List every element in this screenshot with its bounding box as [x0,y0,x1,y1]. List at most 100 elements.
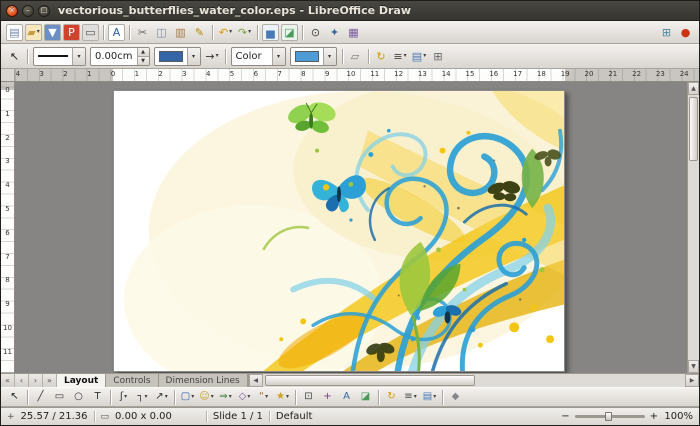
arrowheads-icon[interactable]: → ▾ [204,48,221,65]
dropdown-arrow-icon[interactable]: ▾ [124,394,127,400]
text-icon[interactable]: T [89,389,106,405]
layer-tab-layout[interactable]: Layout [57,374,106,387]
fill-color-dropdown-arrow[interactable]: ▾ [323,48,336,65]
alignment-icon[interactable]: ≡▾ [402,389,419,405]
connector-icon[interactable]: ┐▾ [134,389,151,405]
line-style-select[interactable]: ▾ [33,47,86,66]
line-icon[interactable]: ╱ [32,389,49,405]
dropdown-arrow-icon[interactable]: ▾ [37,29,40,35]
dropdown-arrow-icon[interactable]: ▾ [248,29,251,35]
horizontal-scrollbar[interactable]: ◀ ▶ [248,374,699,387]
rotate-icon[interactable]: ↻ [383,389,400,405]
dropdown-arrow-icon[interactable]: ▾ [191,394,194,400]
scroll-down-icon[interactable]: ▼ [688,360,699,373]
save-icon[interactable]: ▼ [44,24,61,41]
drawing-canvas[interactable] [15,82,687,373]
window-close-button[interactable]: × [6,5,18,17]
line-color-dropdown-arrow[interactable]: ▾ [187,48,200,65]
titlebar[interactable]: × – □ vectorious_butterflies_water_color… [1,1,699,21]
format-paintbrush-icon[interactable]: ✎ [191,24,208,41]
symbol-shapes-icon[interactable]: ☺▾ [198,389,215,405]
chart-icon[interactable]: ▅ [262,24,279,41]
line-width-spinner[interactable]: ▲ ▼ [137,48,149,65]
area-style-dropdown-arrow[interactable]: ▾ [272,48,285,65]
tab-nav-first-icon[interactable]: « [1,374,15,387]
stars-icon[interactable]: ★▾ [274,389,291,405]
gallery-icon[interactable]: ▦ [345,24,362,41]
cut-icon[interactable]: ✂ [134,24,151,41]
edit-points-icon[interactable]: ⊡ [300,389,317,405]
ellipse-icon[interactable]: ○ [70,389,87,405]
zoom-in-icon[interactable]: + [650,411,658,422]
edit-points-icon[interactable]: ↖ [6,48,23,65]
line-style-dropdown-arrow[interactable]: ▾ [72,48,85,65]
window-minimize-button[interactable]: – [22,5,34,17]
vertical-scroll-track[interactable] [688,95,699,360]
new-document-icon[interactable]: ▤ [6,24,23,41]
alignment-icon[interactable]: ≡▾ [392,48,409,65]
line-color-select[interactable]: ▾ [154,47,201,66]
spin-up-icon[interactable]: ▲ [138,48,149,56]
window-maximize-button[interactable]: □ [38,5,50,17]
dropdown-arrow-icon[interactable]: ▾ [414,394,417,400]
grid-icon[interactable]: ⊞ [658,24,675,41]
arrange-icon[interactable]: ▤▾ [421,389,438,405]
redo-icon[interactable]: ↷▾ [236,24,253,41]
slide-indicator[interactable]: Slide 1 / 1 [213,411,263,422]
dropdown-arrow-icon[interactable]: ▾ [404,53,407,59]
select-icon[interactable]: ↖ [6,389,23,405]
zoom-icon[interactable]: ⊙ [307,24,324,41]
insert-image-icon[interactable]: ◪ [281,24,298,41]
copy-icon[interactable]: ◫ [153,24,170,41]
shadow-icon[interactable]: ▱ [347,48,364,65]
rotate-icon[interactable]: ↻ [373,48,390,65]
open-folder-icon[interactable]: ▰▾ [25,24,42,41]
lines-arrows-icon[interactable]: ↗▾ [153,389,170,405]
dropdown-arrow-icon[interactable]: ▾ [423,53,426,59]
extrusion-icon[interactable]: ◆ [447,389,464,405]
line-width-input[interactable]: 0.00cm ▲ ▼ [90,47,150,66]
page[interactable] [113,90,565,372]
vertical-ruler[interactable]: 0123456789101112 [1,82,15,373]
dropdown-arrow-icon[interactable]: ▾ [211,394,214,400]
vertical-scrollbar[interactable]: ▲ ▼ [687,82,699,373]
record-icon[interactable]: ● [677,24,694,41]
layer-tab-dimension-lines[interactable]: Dimension Lines [159,374,248,387]
line-width-value[interactable]: 0.00cm [91,48,137,65]
dropdown-arrow-icon[interactable]: ▾ [165,394,168,400]
scroll-left-icon[interactable]: ◀ [249,374,263,387]
dropdown-arrow-icon[interactable]: ▾ [247,394,250,400]
paste-icon[interactable]: ▥ [172,24,189,41]
horizontal-scroll-track[interactable] [263,374,685,387]
rectangle-icon[interactable]: ▭ [51,389,68,405]
scroll-up-icon[interactable]: ▲ [688,82,699,95]
display-grid-icon[interactable]: ⊞ [430,48,447,65]
dropdown-arrow-icon[interactable]: ▾ [229,29,232,35]
navigator-icon[interactable]: ✦ [326,24,343,41]
undo-icon[interactable]: ↶▾ [217,24,234,41]
area-style-select[interactable]: Color ▾ [231,47,286,66]
zoom-out-icon[interactable]: − [561,411,569,422]
picture-icon[interactable]: ◪ [357,389,374,405]
arrange-icon[interactable]: ▤▾ [411,48,428,65]
dropdown-arrow-icon[interactable]: ▾ [145,394,148,400]
tab-nav-prev-icon[interactable]: ‹ [15,374,29,387]
dropdown-arrow-icon[interactable]: ▾ [229,394,232,400]
horizontal-ruler[interactable]: 4321012345678910111213141516171819202122… [1,69,699,82]
zoom-level[interactable]: 100% [663,411,693,422]
block-arrows-icon[interactable]: ⇒▾ [217,389,234,405]
print-icon[interactable]: ▭ [82,24,99,41]
zoom-slider-thumb[interactable] [605,412,612,421]
butterfly-watercolor-artwork[interactable] [114,91,564,371]
zoom-slider[interactable] [575,415,645,418]
dropdown-arrow-icon[interactable]: ▾ [265,394,268,400]
flowchart-icon[interactable]: ◇▾ [236,389,253,405]
export-pdf-icon[interactable]: P [63,24,80,41]
spelling-icon[interactable]: A [108,24,125,41]
dropdown-arrow-icon[interactable]: ▾ [286,394,289,400]
page-style[interactable]: Default [276,411,313,422]
tab-nav-next-icon[interactable]: › [29,374,43,387]
horizontal-scroll-thumb[interactable] [265,375,475,386]
dropdown-arrow-icon[interactable]: ▾ [433,394,436,400]
vertical-scroll-thumb[interactable] [689,97,698,161]
